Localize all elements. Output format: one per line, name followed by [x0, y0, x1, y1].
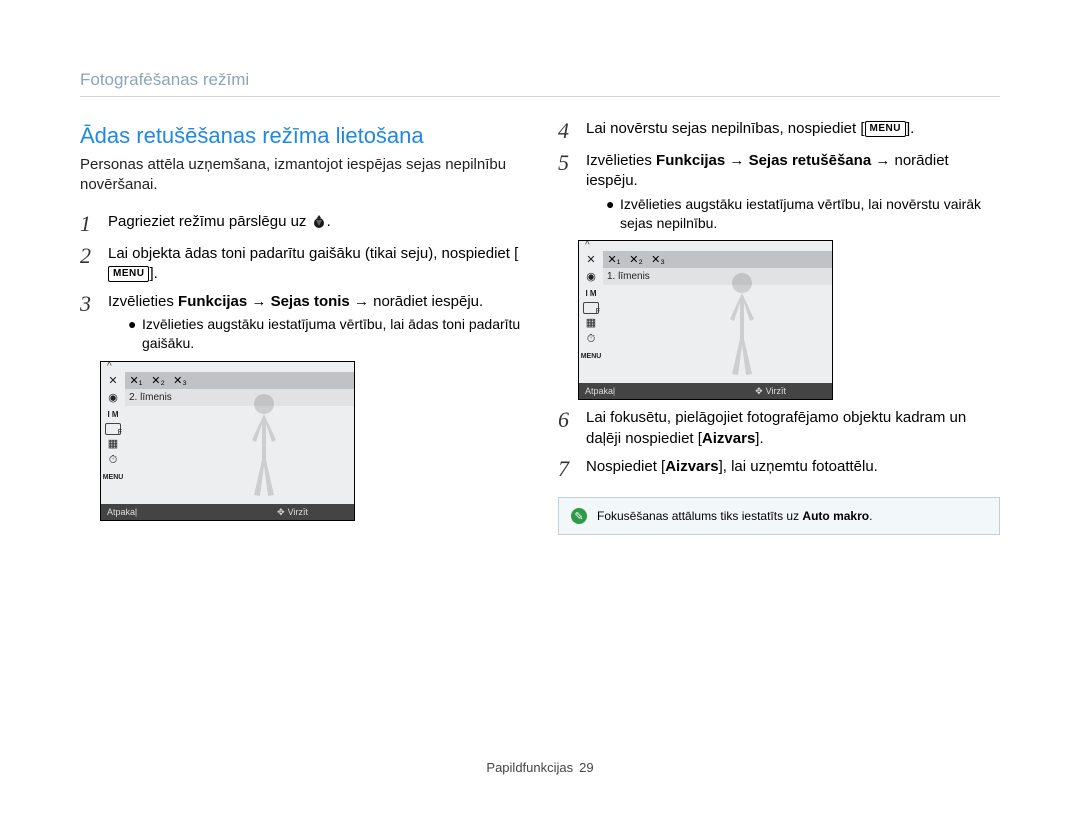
step-number: 5 [558, 151, 578, 232]
icon: MENU [581, 348, 601, 365]
step-text-tail: ]. [755, 430, 763, 447]
step-text: Izvēlieties [586, 152, 656, 169]
person-silhouette-icon [712, 269, 772, 379]
mode-dial-icon: + [311, 214, 327, 230]
menu-icon: MENU [108, 266, 149, 282]
step-1: 1 Pagrieziet režīmu pārslēgu uz +. [80, 212, 522, 236]
options-row: ✕₁ ✕₂ ✕₃ [125, 372, 354, 389]
option-icon: ✕₁ [125, 372, 147, 389]
arrow: → [725, 152, 748, 169]
step-text-bold: Funkcijas [656, 152, 725, 169]
bullet-dot-icon: ● [128, 315, 134, 353]
step-text-bold: Funkcijas [178, 293, 247, 310]
step-text-tail: ]. [906, 120, 914, 137]
option-icon: ✕₂ [625, 251, 647, 268]
step-text-bold: Aizvars [665, 458, 718, 475]
icon: ⏱ [103, 452, 123, 469]
step-2: 2 Lai objekta ādas toni padarītu gaišāku… [80, 244, 522, 285]
step-text: Lai fokusētu, pielāgojiet fotografējamo … [586, 409, 966, 446]
icon: I M [103, 406, 123, 423]
step-text: Lai objekta ādas toni padarītu gaišāku (… [108, 245, 518, 262]
option-icon: ✕₃ [169, 372, 191, 389]
note-text: Fokusēšanas attālums tiks iestatīts uz [597, 509, 802, 523]
bullet-text: Izvēlieties augstāku iestatījuma vērtību… [620, 195, 1000, 233]
breadcrumb: Fotografēšanas režīmi [80, 70, 1000, 97]
bullet: ● Izvēlieties augstāku iestatījuma vērtī… [108, 315, 522, 353]
option-icon: ✕₂ [147, 372, 169, 389]
footer-label: Papildfunkcijas [486, 760, 573, 775]
caret-up-icon: ^ [107, 361, 112, 372]
step-text-tail: → norādiet iespēju. [350, 293, 483, 310]
icon: MENU [103, 469, 123, 486]
back-label: Atpakaļ [585, 386, 615, 396]
step-4: 4 Lai novērstu sejas nepilnības, nospied… [558, 119, 1000, 143]
icon: ⏱ [581, 331, 601, 348]
icon: F [583, 302, 599, 314]
step-3: 3 Izvēlieties Funkcijas → Sejas tonis → … [80, 292, 522, 353]
page-footer: Papildfunkcijas 29 [80, 760, 1000, 775]
info-icon: ✎ [571, 508, 587, 524]
note-text-tail: . [869, 509, 872, 523]
step-number: 1 [80, 212, 100, 236]
arrow: → [247, 293, 270, 310]
nav-icon: ✥ [755, 386, 763, 397]
bullet-text: Izvēlieties augstāku iestatījuma vērtību… [142, 315, 522, 353]
icon: ✕ [581, 251, 601, 268]
step-6: 6 Lai fokusētu, pielāgojiet fotografējam… [558, 408, 1000, 449]
bottom-bar: Atpakaļ ✥ Virzīt [579, 383, 832, 399]
option-icon: ✕₃ [647, 251, 669, 268]
step-text-bold: Sejas retušēšana [749, 152, 872, 169]
step-number: 7 [558, 457, 578, 481]
icon: I M [581, 285, 601, 302]
icon: ◉ [581, 268, 601, 285]
move-label: Virzīt [288, 507, 308, 517]
step-text: Pagrieziet režīmu pārslēgu uz [108, 213, 311, 230]
icon: ▦ [103, 435, 123, 452]
preview-screenshot-left: ^ ✕ ◉ I M F ▦ ⏱ MENU ✕₁ ✕₂ ✕₃ 2. līmenis [100, 361, 355, 521]
icon: ▦ [581, 314, 601, 331]
icon: ◉ [103, 389, 123, 406]
preview-screenshot-right: ^ ✕ ◉ I M F ▦ ⏱ MENU ✕₁ ✕₂ ✕₃ 1. līmenis [578, 240, 833, 400]
options-row: ✕₁ ✕₂ ✕₃ [603, 251, 832, 268]
move-label: Virzīt [766, 386, 786, 396]
step-7: 7 Nospiediet [Aizvars], lai uzņemtu foto… [558, 457, 1000, 481]
bullet: ● Izvēlieties augstāku iestatījuma vērtī… [586, 195, 1000, 233]
column-left: Ādas retušēšanas režīma lietošana Person… [80, 119, 522, 730]
sidebar-icon-column: ✕ ◉ I M F ▦ ⏱ MENU [579, 251, 603, 381]
step-number: 4 [558, 119, 578, 143]
bottom-bar: Atpakaļ ✥ Virzīt [101, 504, 354, 520]
step-number: 3 [80, 292, 100, 353]
step-number: 6 [558, 408, 578, 449]
person-silhouette-icon [234, 390, 294, 500]
step-text: Nospiediet [ [586, 458, 665, 475]
note-text-bold: Auto makro [802, 509, 869, 523]
section-subtitle: Personas attēla uzņemšana, izmantojot ie… [80, 155, 522, 196]
section-title: Ādas retušēšanas režīma lietošana [80, 123, 522, 149]
step-text-tail: ]. [149, 265, 157, 282]
sidebar-icon-column: ✕ ◉ I M F ▦ ⏱ MENU [101, 372, 125, 502]
step-number: 2 [80, 244, 100, 285]
column-right: 4 Lai novērstu sejas nepilnības, nospied… [558, 119, 1000, 730]
info-note: ✎ Fokusēšanas attālums tiks iestatīts uz… [558, 497, 1000, 535]
option-icon: ✕₁ [603, 251, 625, 268]
step-text: Lai novērstu sejas nepilnības, nospiedie… [586, 120, 865, 137]
step-text-tail: . [327, 213, 331, 230]
bullet-dot-icon: ● [606, 195, 612, 233]
caret-up-icon: ^ [585, 240, 590, 251]
nav-icon: ✥ [277, 507, 285, 518]
back-label: Atpakaļ [107, 507, 137, 517]
step-text: Izvēlieties [108, 293, 178, 310]
icon: F [105, 423, 121, 435]
step-5: 5 Izvēlieties Funkcijas → Sejas retušēša… [558, 151, 1000, 232]
step-text-bold: Sejas tonis [271, 293, 350, 310]
menu-icon: MENU [865, 121, 906, 137]
step-text-tail: ], lai uzņemtu fotoattēlu. [719, 458, 878, 475]
icon: ✕ [103, 372, 123, 389]
step-text-bold: Aizvars [702, 430, 755, 447]
svg-text:+: + [317, 216, 319, 220]
page-number: 29 [579, 760, 593, 775]
